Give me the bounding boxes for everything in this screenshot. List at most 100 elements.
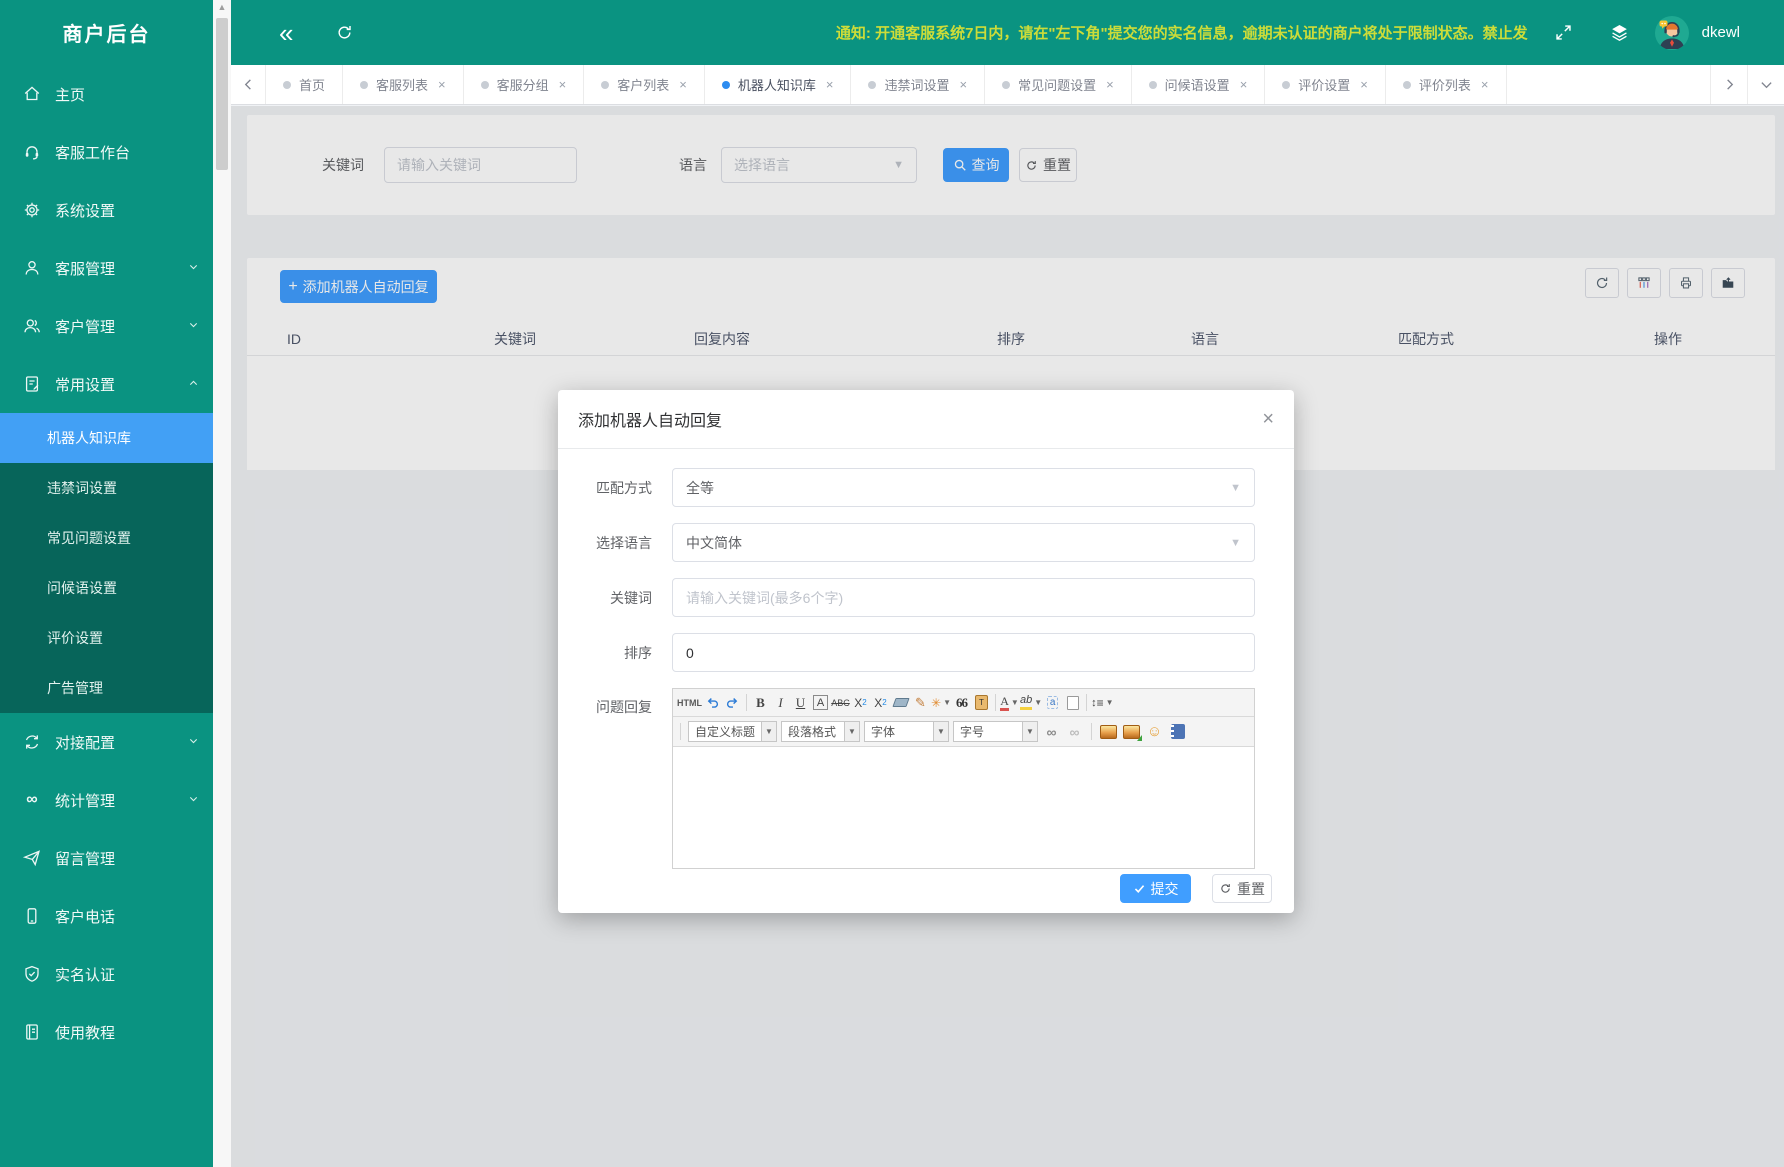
close-icon[interactable]: × (1240, 77, 1248, 92)
dialog-title: 添加机器人自动回复 (578, 407, 722, 431)
tab-agent-list[interactable]: 客服列表× (343, 65, 464, 104)
sort-input[interactable] (672, 633, 1255, 672)
sidebar-item-greeting-settings[interactable]: 问候语设置 (0, 563, 213, 613)
submit-button[interactable]: 提交 (1120, 874, 1191, 903)
sidebar-item-integration-config[interactable]: 对接配置 (0, 713, 213, 771)
insert-multi-image-icon[interactable] (1122, 721, 1141, 742)
editor-content-area[interactable] (673, 747, 1254, 868)
sidebar-scrollbar[interactable]: ▲ (213, 0, 231, 1167)
scrollbar-thumb[interactable] (216, 18, 228, 170)
sidebar-item-messages[interactable]: 留言管理 (0, 829, 213, 887)
tab-faq-settings[interactable]: 常见问题设置× (985, 65, 1132, 104)
line-height-icon[interactable]: ↕≡▼ (1091, 692, 1113, 713)
tab-label: 首页 (299, 75, 325, 94)
close-icon[interactable]: × (959, 77, 967, 92)
sidebar-item-home[interactable]: 主页 (0, 65, 213, 123)
close-icon[interactable]: × (826, 77, 834, 92)
collapse-sidebar-icon[interactable]: « (279, 20, 293, 46)
new-page-icon[interactable] (1063, 692, 1082, 713)
sidebar-item-ad-management[interactable]: 广告管理 (0, 663, 213, 713)
close-icon[interactable]: × (679, 77, 687, 92)
italic-icon[interactable]: I (771, 692, 790, 713)
sidebar-item-robot-knowledge[interactable]: 机器人知识库 (0, 413, 213, 463)
subscript-icon[interactable]: X2 (871, 692, 890, 713)
font-color-icon[interactable]: A▼ (1000, 692, 1019, 713)
strikethrough-icon[interactable]: ABC (831, 692, 850, 713)
sidebar-item-workbench[interactable]: 客服工作台 (0, 123, 213, 181)
close-icon[interactable]: × (1106, 77, 1114, 92)
tab-rating-settings[interactable]: 评价设置× (1265, 65, 1386, 104)
language-select[interactable]: 中文简体 ▼ (672, 523, 1255, 562)
close-icon[interactable]: × (1262, 409, 1274, 429)
sort-label: 排序 (558, 643, 672, 663)
tab-robot-knowledge[interactable]: 机器人知识库× (705, 65, 852, 104)
unlink-icon[interactable]: ∞ (1065, 721, 1084, 742)
sidebar-item-tutorial[interactable]: 使用教程 (0, 1003, 213, 1061)
underline-icon[interactable]: U (791, 692, 810, 713)
sidebar-item-label: 对接配置 (55, 732, 115, 753)
insert-image-icon[interactable] (1099, 721, 1118, 742)
link-icon[interactable]: ∞ (1042, 721, 1061, 742)
sidebar-item-customer-phone[interactable]: 客户电话 (0, 887, 213, 945)
scrollbar-up-arrow-icon[interactable]: ▲ (213, 2, 231, 12)
auto-typeset-icon[interactable]: ✳▼ (931, 692, 951, 713)
sidebar-item-statistics[interactable]: ∞ 统计管理 (0, 771, 213, 829)
tab-greeting-settings[interactable]: 问候语设置× (1132, 65, 1266, 104)
paragraph-format-dropdown[interactable]: 段落格式▼ (781, 721, 860, 742)
custom-heading-dropdown[interactable]: 自定义标题▼ (688, 721, 777, 742)
chevron-down-icon: ▼ (1022, 722, 1037, 741)
refresh-icon[interactable] (335, 23, 354, 42)
fullscreen-icon[interactable] (1554, 23, 1573, 42)
username[interactable]: dkewl (1702, 24, 1740, 41)
sidebar-item-system-settings[interactable]: 系统设置 (0, 181, 213, 239)
close-icon[interactable]: × (1481, 77, 1489, 92)
font-size-dropdown[interactable]: 字号▼ (953, 721, 1038, 742)
highlight-color-icon[interactable]: ab▼ (1020, 692, 1042, 713)
avatar[interactable] (1654, 15, 1690, 51)
paste-text-icon[interactable]: T (972, 692, 991, 713)
sidebar-item-faq-settings[interactable]: 常见问题设置 (0, 513, 213, 563)
sidebar-item-label: 使用教程 (55, 1022, 115, 1043)
bold-icon[interactable]: B (751, 692, 770, 713)
tabs-menu-icon[interactable] (1747, 65, 1784, 104)
superscript-icon[interactable]: X2 (851, 692, 870, 713)
tab-home[interactable]: 首页 (266, 65, 343, 104)
phone-icon (22, 906, 42, 926)
tab-banned-words[interactable]: 违禁词设置× (851, 65, 985, 104)
font-family-dropdown[interactable]: 字体▼ (864, 721, 949, 742)
border-text-icon[interactable]: A (811, 692, 830, 713)
sidebar-item-label: 常用设置 (55, 374, 115, 395)
tabs-scroll-left-icon[interactable] (231, 65, 266, 104)
close-icon[interactable]: × (559, 77, 567, 92)
undo-icon[interactable] (703, 692, 722, 713)
anchor-icon[interactable]: a (1043, 692, 1062, 713)
dialog-reset-button[interactable]: 重置 (1212, 874, 1272, 903)
tab-customer-list[interactable]: 客户列表× (584, 65, 705, 104)
document-edit-icon (22, 374, 42, 394)
sidebar-item-agent-management[interactable]: 客服管理 (0, 239, 213, 297)
sidebar-subitem-label: 常见问题设置 (47, 528, 131, 548)
insert-video-icon[interactable] (1168, 721, 1187, 742)
sidebar-item-rating-settings[interactable]: 评价设置 (0, 613, 213, 663)
close-icon[interactable]: × (438, 77, 446, 92)
eraser-icon[interactable] (891, 692, 910, 713)
tab-rating-list[interactable]: 评价列表× (1386, 65, 1507, 104)
sidebar-item-label: 客户管理 (55, 316, 115, 337)
blockquote-icon[interactable]: 66 (952, 692, 971, 713)
source-code-icon[interactable]: HTML (677, 692, 702, 713)
sidebar-item-real-name-auth[interactable]: 实名认证 (0, 945, 213, 1003)
shield-check-icon (22, 964, 42, 984)
layers-icon[interactable] (1609, 22, 1630, 43)
format-brush-icon[interactable]: ✎ (911, 692, 930, 713)
redo-icon[interactable] (723, 692, 742, 713)
sidebar-item-customer-management[interactable]: 客户管理 (0, 297, 213, 355)
sidebar-item-banned-words[interactable]: 违禁词设置 (0, 463, 213, 513)
emoji-icon[interactable]: ☺ (1145, 721, 1164, 742)
sidebar-item-label: 留言管理 (55, 848, 115, 869)
sidebar-item-common-settings[interactable]: 常用设置 (0, 355, 213, 413)
tab-agent-group[interactable]: 客服分组× (464, 65, 585, 104)
keyword-input[interactable] (672, 578, 1255, 617)
close-icon[interactable]: × (1360, 77, 1368, 92)
tabs-scroll-right-icon[interactable] (1710, 65, 1747, 104)
match-mode-select[interactable]: 全等 ▼ (672, 468, 1255, 507)
